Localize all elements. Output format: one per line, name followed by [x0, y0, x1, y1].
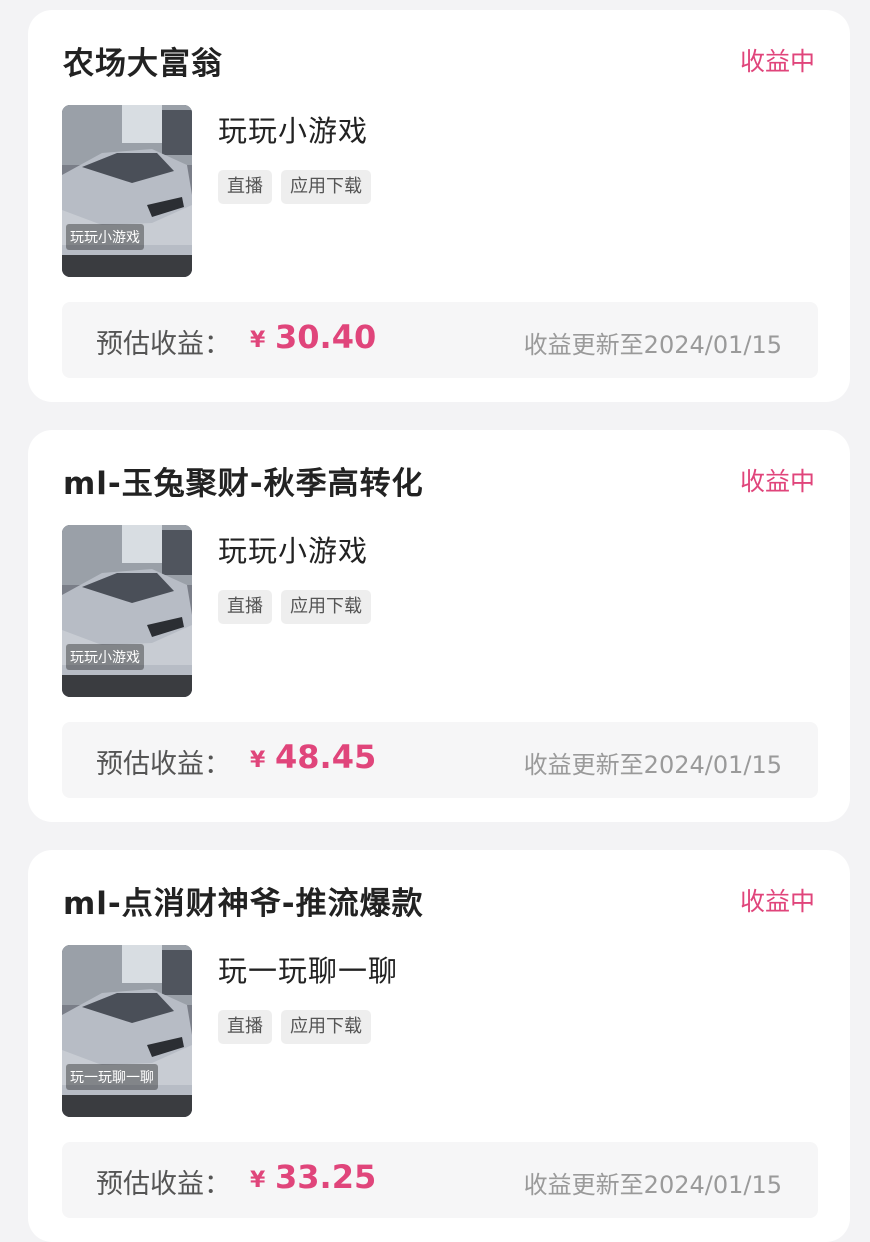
game-name: 玩玩小游戏 [218, 534, 369, 568]
tag-live: 直播 [218, 170, 272, 204]
thumbnail-caption: 玩玩小游戏 [66, 224, 144, 250]
tag-app-download: 应用下载 [281, 1010, 371, 1044]
game-name: 玩一玩聊一聊 [218, 954, 399, 988]
earnings-label: 预估收益： [96, 329, 231, 360]
tag-list: 直播 应用下载 [218, 1010, 371, 1044]
currency-symbol: ¥ [250, 1168, 266, 1193]
tag-live: 直播 [218, 1010, 272, 1044]
tag-app-download: 应用下载 [281, 590, 371, 624]
tag-app-download: 应用下载 [281, 170, 371, 204]
campaign-title: ml-点消财神爷-推流爆款 [63, 886, 424, 922]
earnings-value: 48.45 [275, 738, 377, 776]
earnings-value: 33.25 [275, 1158, 377, 1196]
car-image [62, 945, 192, 1117]
game-thumbnail[interactable]: 玩玩小游戏 [62, 525, 192, 697]
earnings-label: 预估收益： [96, 749, 231, 780]
earnings-panel: 预估收益： ¥ 33.25 收益更新至2024/01/15 [62, 1142, 818, 1218]
status-badge: 收益中 [739, 887, 815, 916]
earnings-label: 预估收益： [96, 1169, 231, 1200]
earnings-panel: 预估收益： ¥ 30.40 收益更新至2024/01/15 [62, 302, 818, 378]
earnings-update-date: 收益更新至2024/01/15 [523, 331, 782, 359]
thumbnail-caption: 玩一玩聊一聊 [66, 1064, 158, 1090]
game-thumbnail[interactable]: 玩玩小游戏 [62, 105, 192, 277]
game-name: 玩玩小游戏 [218, 114, 369, 148]
earnings-update-date: 收益更新至2024/01/15 [523, 1171, 782, 1199]
earnings-update-date: 收益更新至2024/01/15 [523, 751, 782, 779]
thumbnail-caption: 玩玩小游戏 [66, 644, 144, 670]
car-image [62, 105, 192, 277]
tag-list: 直播 应用下载 [218, 590, 371, 624]
campaign-card[interactable]: 农场大富翁 收益中 玩玩小游戏 玩玩小游戏 直播 应用下载 预估收益： ¥ 30… [28, 10, 850, 402]
car-image [62, 525, 192, 697]
status-badge: 收益中 [739, 467, 815, 496]
campaign-title: 农场大富翁 [63, 46, 223, 82]
status-badge: 收益中 [739, 47, 815, 76]
tag-live: 直播 [218, 590, 272, 624]
tag-list: 直播 应用下载 [218, 170, 371, 204]
earnings-panel: 预估收益： ¥ 48.45 收益更新至2024/01/15 [62, 722, 818, 798]
campaign-title: ml-玉兔聚财-秋季高转化 [63, 466, 424, 502]
game-thumbnail[interactable]: 玩一玩聊一聊 [62, 945, 192, 1117]
currency-symbol: ¥ [250, 748, 266, 773]
currency-symbol: ¥ [250, 328, 266, 353]
earnings-value: 30.40 [275, 318, 377, 356]
campaign-card[interactable]: ml-玉兔聚财-秋季高转化 收益中 玩玩小游戏 玩玩小游戏 直播 应用下载 预估… [28, 430, 850, 822]
campaign-card[interactable]: ml-点消财神爷-推流爆款 收益中 玩一玩聊一聊 玩一玩聊一聊 直播 应用下载 … [28, 850, 850, 1242]
